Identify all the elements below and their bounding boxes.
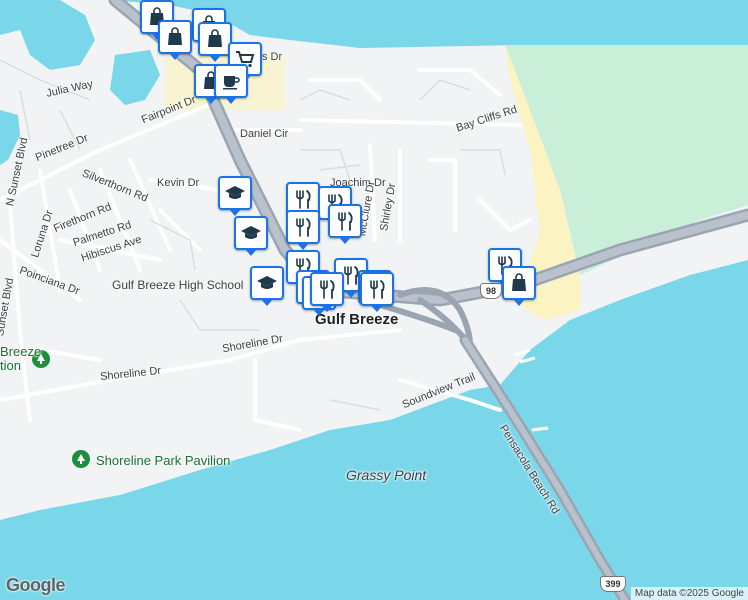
road-label-daniel-cir: Daniel Cir [240,128,289,140]
poi-pin-school-2[interactable] [234,216,268,256]
poi-pin-shop-4[interactable] [198,22,232,62]
fork-knife-icon [366,278,388,300]
road-label-kevin-dr: Kevin Dr [157,177,200,189]
graduation-cap-icon [256,272,278,294]
poi-pin-shop-3[interactable] [158,20,192,60]
shoreline-pier-south [531,426,549,432]
poi-pin-food-3[interactable] [286,210,320,250]
graduation-cap-icon [240,222,262,244]
sr399-shield: 399 [600,576,626,592]
shopping-bag-icon [204,28,226,50]
poi-pin-shop-6[interactable] [502,266,536,306]
fork-knife-icon [316,278,338,300]
shopping-bag-icon [508,272,530,294]
fork-knife-icon [292,188,314,210]
fork-knife-icon [334,210,356,232]
place-label-gulf-breeze: Gulf Breeze [315,311,399,328]
poi-pin-school-1[interactable] [218,176,252,216]
place-label-high-school: Gulf Breeze High School [112,278,244,292]
poi-pin-cafe-1[interactable] [214,64,248,104]
shopping-bag-icon [164,26,186,48]
graduation-cap-icon [224,182,246,204]
fork-knife-icon [292,216,314,238]
google-logo[interactable]: Google [6,575,66,596]
poi-pin-school-3[interactable] [250,266,284,306]
poi-pin-food-4[interactable] [328,204,362,244]
coffee-cup-icon [220,70,242,92]
road-label-partial-dr: s Dr [262,51,283,63]
place-label-park-left[interactable]: Breeze tion [0,345,41,373]
map-attribution[interactable]: Map data ©2025 Google [630,587,748,600]
place-label-grassy-point: Grassy Point [346,467,427,483]
poi-pin-food-11[interactable] [360,272,394,312]
park-pin-icon[interactable] [72,450,90,468]
place-label-shoreline-park[interactable]: Shoreline Park Pavilion [96,453,230,468]
poi-pin-food-10[interactable] [310,272,344,312]
